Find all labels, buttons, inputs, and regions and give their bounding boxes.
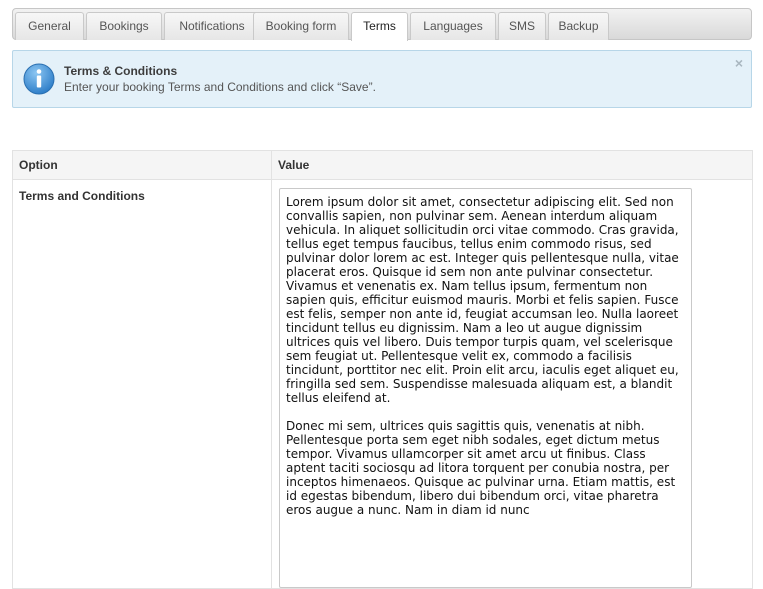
table-header-row: Option Value	[12, 150, 753, 180]
settings-tabs-bar: General Bookings Notifications Booking f…	[12, 8, 752, 41]
options-table: Option Value Terms and Conditions	[12, 150, 753, 589]
tab-terms[interactable]: Terms	[351, 12, 408, 41]
table-row: Terms and Conditions	[12, 179, 753, 589]
tab-backup[interactable]: Backup	[548, 12, 609, 40]
value-cell	[271, 179, 753, 589]
value-column-header: Value	[271, 150, 753, 180]
notice-text: Enter your booking Terms and Conditions …	[64, 80, 376, 94]
option-cell: Terms and Conditions	[12, 179, 272, 589]
terms-label: Terms and Conditions	[19, 189, 145, 203]
tab-booking-form[interactable]: Booking form	[253, 12, 349, 40]
info-notice: Terms & Conditions Enter your booking Te…	[12, 50, 752, 108]
terms-textarea[interactable]	[279, 188, 692, 588]
tab-bookings[interactable]: Bookings	[86, 12, 162, 40]
notice-title: Terms & Conditions	[64, 64, 178, 78]
tab-sms[interactable]: SMS	[498, 12, 546, 40]
close-icon[interactable]: ×	[735, 56, 743, 70]
tab-notifications[interactable]: Notifications	[164, 12, 260, 40]
tab-general[interactable]: General	[15, 12, 84, 40]
info-icon	[23, 63, 55, 95]
option-column-header: Option	[12, 150, 272, 180]
tab-languages[interactable]: Languages	[410, 12, 496, 40]
